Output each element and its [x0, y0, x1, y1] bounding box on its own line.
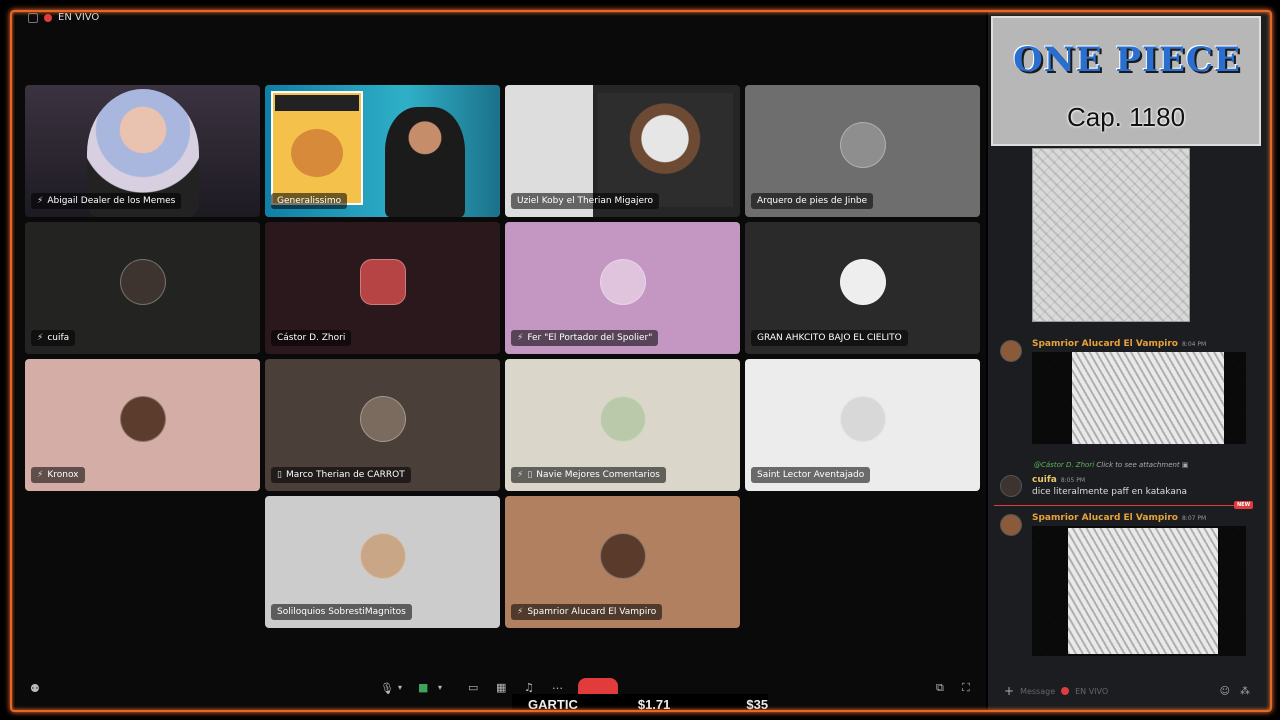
stream-frame: [10, 10, 1272, 712]
